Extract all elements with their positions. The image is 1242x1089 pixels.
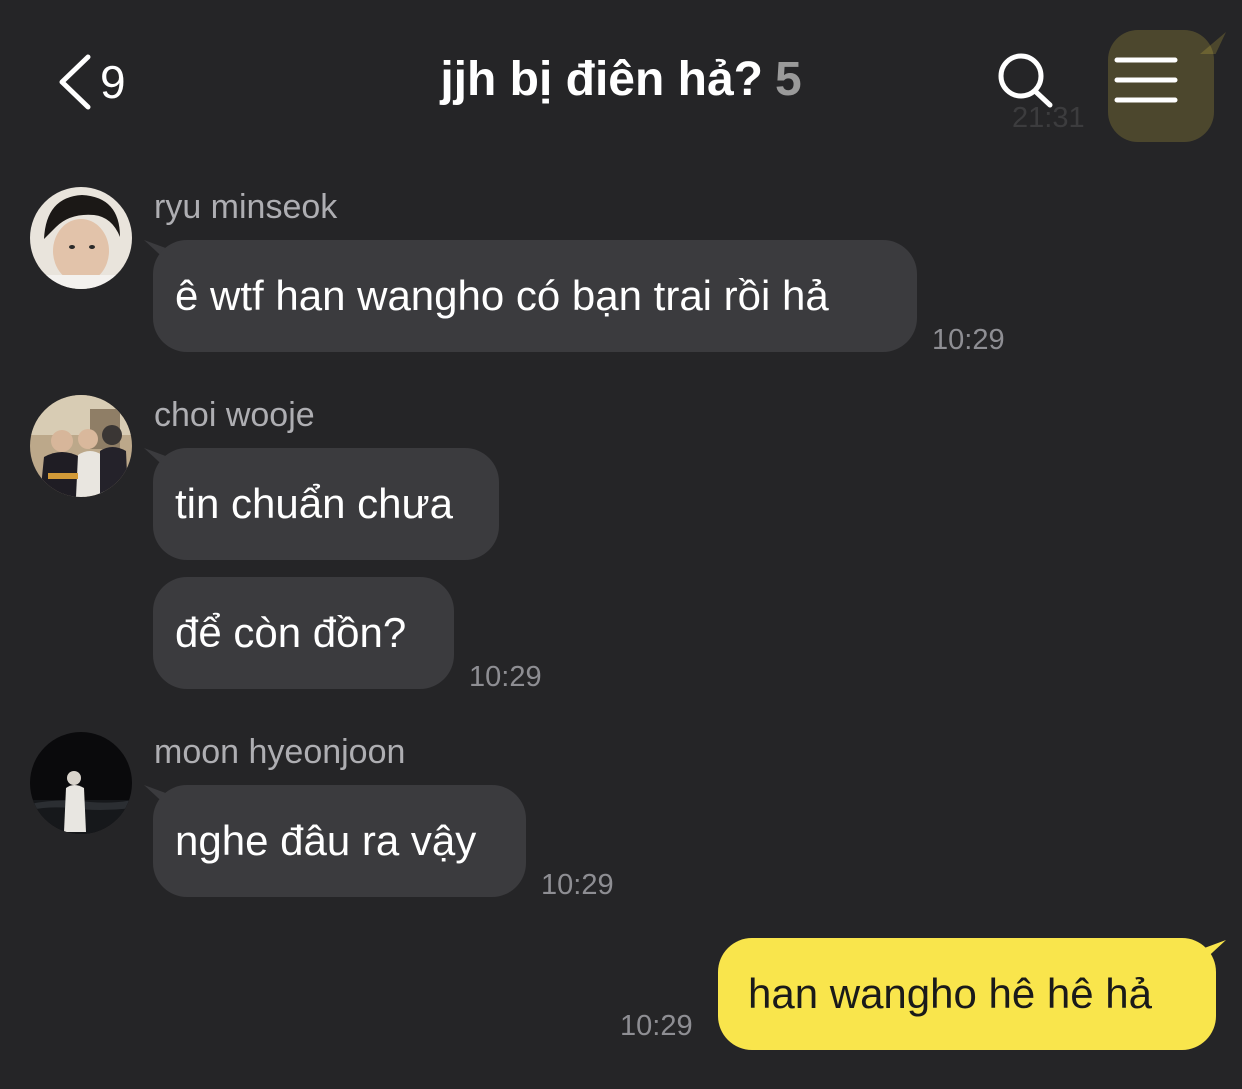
member-count: 5 [774,53,802,106]
message-bubble[interactable]: tin chuẩn chưa [153,448,499,560]
my-message-bubble[interactable]: han wangho hê hê hả [718,938,1216,1050]
search-button[interactable] [994,50,1058,114]
message-bubble[interactable]: ê wtf han wangho có bạn trai rồi hả [153,240,917,352]
sender-name: moon hyeonjoon [154,733,406,771]
profile-photo [30,395,132,497]
menu-button[interactable] [1114,56,1178,104]
sender-name: choi wooje [154,396,315,434]
hamburger-menu-icon [1114,57,1178,103]
profile-photo [30,732,132,834]
search-icon [998,53,1053,108]
message-time: 10:29 [932,324,1005,356]
avatar[interactable] [30,732,132,834]
chat-title: jjh bị điên hả? [440,53,763,106]
avatar[interactable] [30,395,132,497]
profile-photo [30,187,132,289]
sender-name: ryu minseok [154,188,338,226]
chat-screen: 21:31 9 jjh bị điên hả? 5 ryu minseok ê … [0,0,1242,1089]
chat-header: 21:31 9 jjh bị điên hả? 5 [0,0,1242,165]
message-time: 10:29 [469,661,542,693]
message-time: 10:29 [541,869,614,901]
avatar[interactable] [30,187,132,289]
message-bubble[interactable]: nghe đâu ra vậy [153,785,526,897]
message-bubble[interactable]: để còn đồn? [153,577,454,689]
message-time: 10:29 [620,1010,693,1042]
